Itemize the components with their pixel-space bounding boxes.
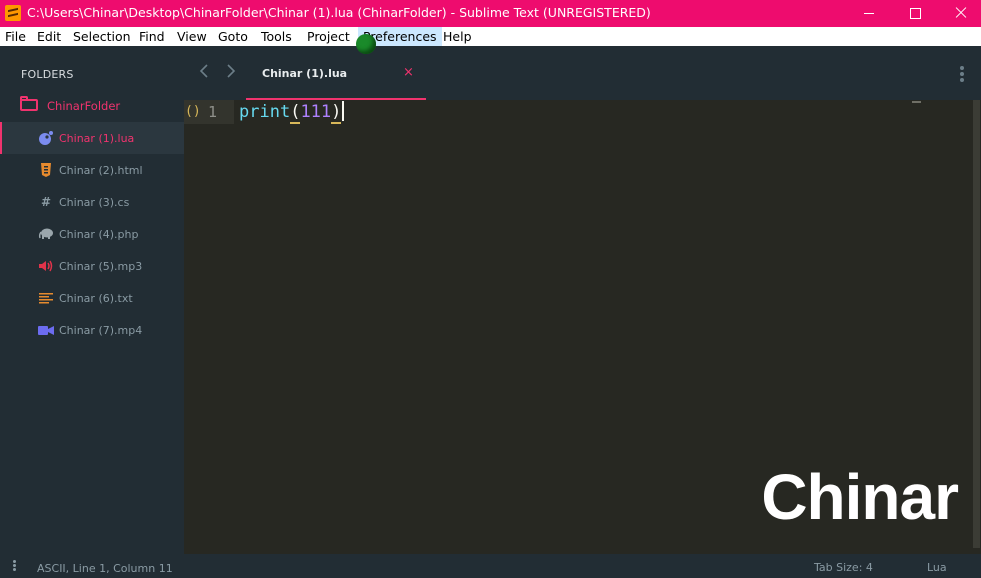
- hash-icon: #: [40, 195, 52, 209]
- menu-bar: File Edit Selection Find View Goto Tools…: [0, 27, 981, 46]
- menu-file[interactable]: File: [0, 27, 31, 46]
- chevron-right-icon[interactable]: [224, 64, 238, 82]
- file-label: Chinar (5).mp3: [59, 260, 143, 273]
- file-label: Chinar (4).php: [59, 228, 139, 241]
- tab-label: Chinar (1).lua: [262, 67, 348, 80]
- video-camera-icon: [38, 323, 54, 337]
- more-options-icon[interactable]: [959, 66, 965, 82]
- tab-chinar-1-lua[interactable]: Chinar (1).lua ×: [246, 46, 426, 100]
- window-title: C:\Users\Chinar\Desktop\ChinarFolder\Chi…: [27, 5, 651, 20]
- lua-icon: [38, 131, 54, 145]
- line-number: 1: [208, 103, 218, 121]
- menu-edit[interactable]: Edit: [32, 27, 66, 46]
- code-function-token: print: [239, 102, 291, 122]
- menu-tools[interactable]: Tools: [256, 27, 297, 46]
- menu-selection[interactable]: Selection: [68, 27, 136, 46]
- file-label: Chinar (7).mp4: [59, 324, 143, 337]
- panel-toggle-icon[interactable]: [13, 560, 17, 572]
- menu-help[interactable]: Help: [438, 27, 477, 46]
- sidebar-file-mp4[interactable]: Chinar (7).mp4: [0, 314, 184, 346]
- code-line[interactable]: print(111): [239, 101, 345, 124]
- maximize-button[interactable]: [892, 0, 938, 27]
- file-label: Chinar (2).html: [59, 164, 143, 177]
- menu-project[interactable]: Project: [302, 27, 355, 46]
- tab-bar: Chinar (1).lua ×: [184, 46, 981, 100]
- sidebar-folder[interactable]: ChinarFolder: [0, 93, 184, 119]
- elephant-icon: [38, 227, 54, 241]
- bracket-marker-icon: (): [185, 104, 201, 119]
- watermark-text: Chinar: [761, 461, 959, 533]
- sidebar-file-mp3[interactable]: Chinar (5).mp3: [0, 250, 184, 282]
- file-label: Chinar (6).txt: [59, 292, 133, 305]
- title-bar: C:\Users\Chinar\Desktop\ChinarFolder\Chi…: [0, 0, 981, 27]
- code-open-paren: (: [290, 102, 301, 124]
- sidebar-file-txt[interactable]: Chinar (6).txt: [0, 282, 184, 314]
- status-tab-size[interactable]: Tab Size: 4: [814, 561, 873, 574]
- sidebar-file-lua[interactable]: Chinar (1).lua: [0, 122, 184, 154]
- code-close-paren: ): [331, 102, 342, 124]
- sidebar: FOLDERS ChinarFolder Chinar (1).lua Chin…: [0, 46, 184, 554]
- sidebar-file-html[interactable]: Chinar (2).html: [0, 154, 184, 186]
- mouse-cursor-indicator: [356, 34, 376, 54]
- editor-area[interactable]: () 1 print(111) Chinar: [184, 100, 981, 554]
- status-syntax[interactable]: Lua: [927, 561, 947, 574]
- vertical-scrollbar[interactable]: [973, 100, 980, 548]
- html-icon: [38, 163, 54, 177]
- menu-goto[interactable]: Goto: [213, 27, 253, 46]
- file-label: Chinar (3).cs: [59, 196, 130, 209]
- text-lines-icon: [38, 291, 54, 305]
- menu-find[interactable]: Find: [134, 27, 170, 46]
- folders-header: FOLDERS: [21, 68, 74, 81]
- sublime-text-icon: [5, 5, 21, 21]
- folder-icon: [20, 96, 38, 111]
- tab-close-icon[interactable]: ×: [403, 65, 414, 80]
- folder-label: ChinarFolder: [47, 99, 121, 113]
- minimize-button[interactable]: [846, 0, 892, 27]
- status-position: ASCII, Line 1, Column 11: [37, 562, 173, 575]
- sidebar-file-php[interactable]: Chinar (4).php: [0, 218, 184, 250]
- status-bar: ASCII, Line 1, Column 11 Tab Size: 4 Lua: [0, 554, 981, 578]
- minimap[interactable]: [912, 101, 921, 103]
- speaker-icon: [38, 259, 54, 273]
- menu-view[interactable]: View: [172, 27, 212, 46]
- sidebar-file-cs[interactable]: # Chinar (3).cs: [0, 186, 184, 218]
- code-number-token: 111: [300, 102, 332, 122]
- file-label: Chinar (1).lua: [59, 132, 135, 145]
- text-caret: [342, 101, 345, 121]
- chevron-left-icon[interactable]: [197, 64, 211, 82]
- close-window-button[interactable]: [938, 0, 981, 27]
